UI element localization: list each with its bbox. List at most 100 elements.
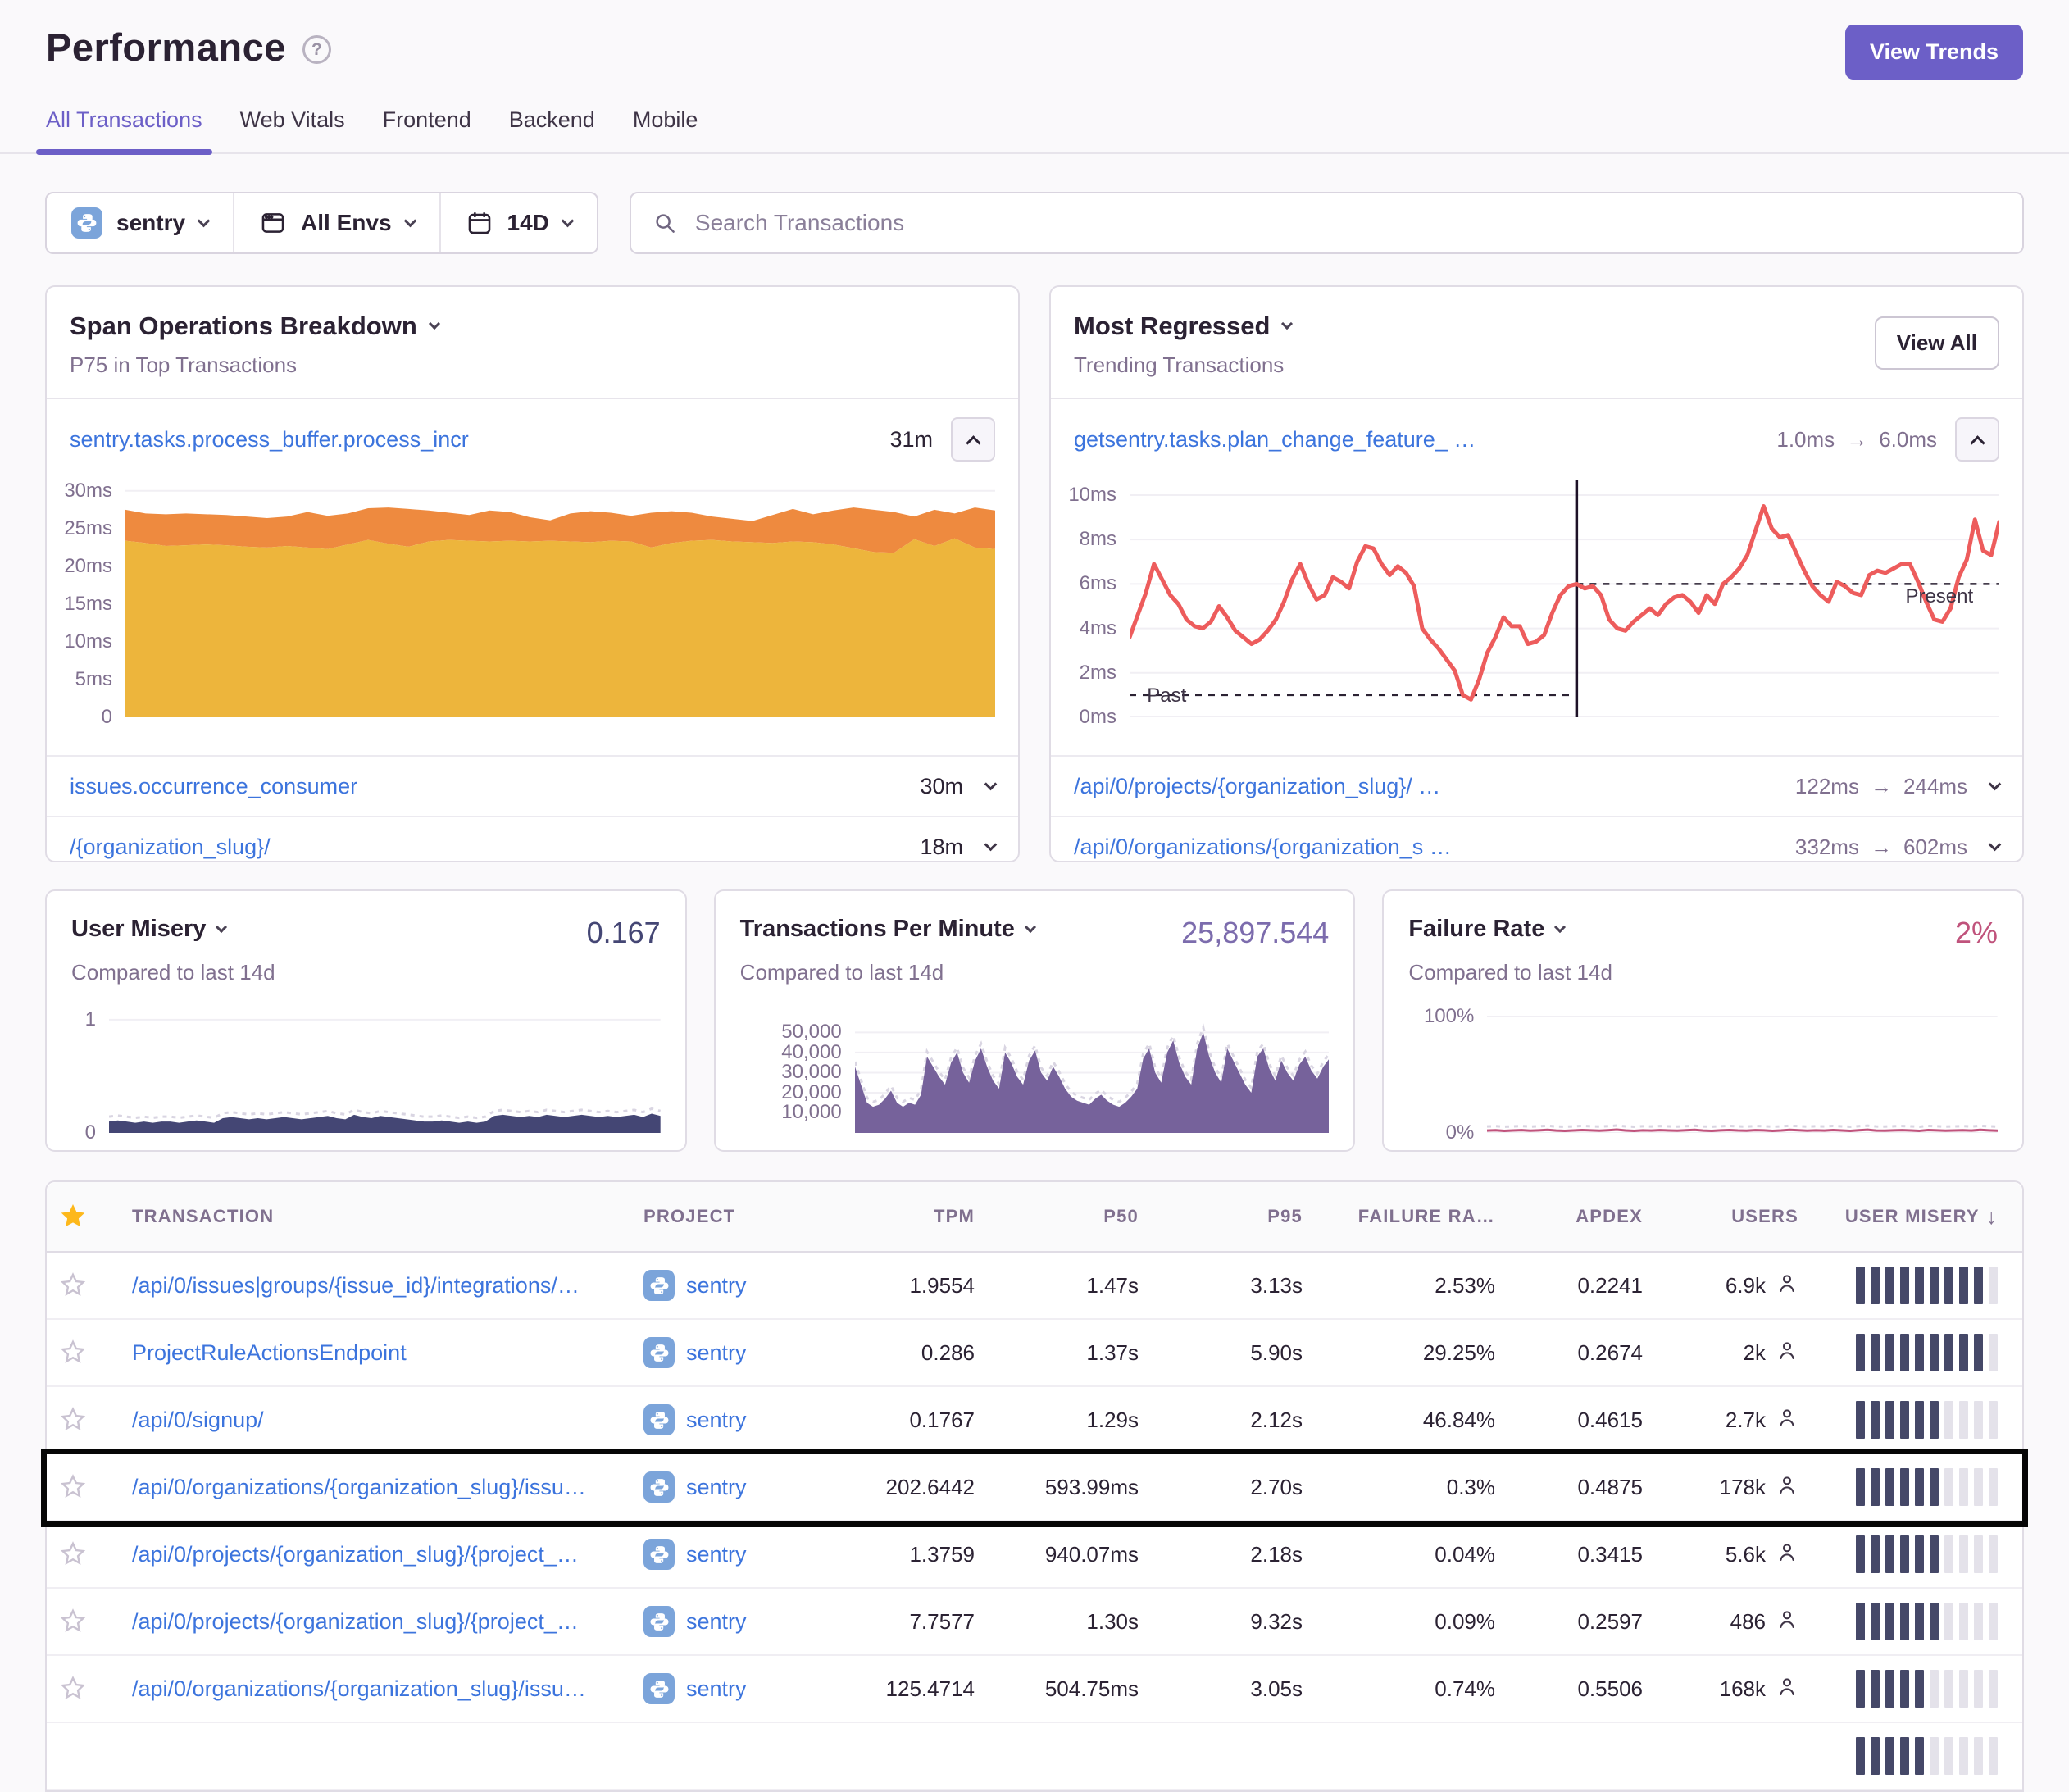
favorite-star-header-icon[interactable]: [47, 1202, 99, 1231]
misery-bar-filled: [1900, 1535, 1909, 1573]
span-collapsed-rows: issues.occurrence_consumer30m/{organizat…: [47, 755, 1018, 862]
misery-bar-filled: [1959, 1334, 1968, 1371]
chevron-down-icon[interactable]: [1989, 778, 2002, 791]
favorite-star-icon[interactable]: [47, 1540, 99, 1568]
python-project-icon: [643, 1270, 675, 1301]
column-header-apdex[interactable]: APDEX: [1502, 1206, 1649, 1227]
failure-rate-line-chart: [1487, 1008, 1998, 1133]
project-link[interactable]: sentry: [686, 1609, 747, 1635]
y-axis-tick: 0ms: [1080, 706, 1116, 729]
chevron-down-icon[interactable]: [984, 839, 998, 852]
arrow-right-icon: →: [1846, 427, 1867, 453]
transaction-link[interactable]: /api/0/projects/{organization_slug}/ …: [1074, 774, 1440, 799]
chevron-down-icon: [562, 214, 575, 227]
page-filter-group: sentry All Envs 14D: [45, 192, 598, 254]
user-misery-bars: [1805, 1603, 2022, 1640]
transaction-link[interactable]: getsentry.tasks.plan_change_feature_ …: [1074, 427, 1476, 453]
panel-collapsed-row: /api/0/projects/{organization_slug}/ …12…: [1051, 755, 2022, 816]
y-axis-tick: 10ms: [64, 630, 112, 653]
environment-filter-value: All Envs: [301, 210, 391, 236]
regressed-panel-title[interactable]: Most Regressed: [1074, 312, 1999, 341]
tpm-title[interactable]: Transactions Per Minute: [740, 916, 1034, 943]
misery-bar-filled: [1856, 1535, 1865, 1573]
column-header-user-misery[interactable]: USER MISERY↓: [1805, 1204, 2022, 1230]
chevron-down-icon[interactable]: [984, 778, 998, 791]
regression-line-chart: [1130, 480, 1999, 717]
user-misery-title[interactable]: User Misery: [71, 916, 225, 943]
collapse-button[interactable]: [951, 417, 995, 462]
misery-bar-filled: [1871, 1670, 1880, 1708]
favorite-star-icon[interactable]: [47, 1339, 99, 1367]
column-header-users[interactable]: USERS: [1649, 1206, 1805, 1227]
column-header-failure-ra[interactable]: FAILURE RA…: [1309, 1206, 1502, 1227]
misery-bar-filled: [1885, 1535, 1894, 1573]
transaction-link[interactable]: /api/0/signup/: [132, 1408, 264, 1432]
tab-mobile[interactable]: Mobile: [633, 107, 698, 152]
column-header-p50[interactable]: P50: [981, 1206, 1145, 1227]
date-range-filter[interactable]: 14D: [439, 193, 597, 252]
y-axis-tick: 0: [102, 706, 112, 729]
p50-cell: 940.07ms: [981, 1542, 1145, 1567]
transaction-link[interactable]: sentry.tasks.process_buffer.process_incr: [70, 427, 469, 453]
search-input[interactable]: [693, 209, 2001, 237]
user-misery-y-axis: 10: [71, 1008, 109, 1133]
apdex-cell: 0.3415: [1502, 1542, 1649, 1567]
regression-to-value: 244ms: [1903, 774, 1967, 799]
collapse-button[interactable]: [1955, 417, 1999, 462]
project-link[interactable]: sentry: [686, 1542, 747, 1567]
favorite-star-icon[interactable]: [47, 1271, 99, 1299]
y-axis-tick: 20ms: [64, 555, 112, 578]
column-header-tpm[interactable]: TPM: [842, 1206, 981, 1227]
view-all-button[interactable]: View All: [1875, 316, 1999, 370]
project-link[interactable]: sentry: [686, 1676, 747, 1702]
chevron-down-icon[interactable]: [1989, 839, 2002, 852]
tab-frontend[interactable]: Frontend: [383, 107, 471, 152]
misery-bar-filled: [1856, 1603, 1865, 1640]
transaction-link[interactable]: /api/0/projects/{organization_slug}/{pro…: [132, 1542, 579, 1567]
project-filter[interactable]: sentry: [47, 193, 233, 252]
transaction-link[interactable]: issues.occurrence_consumer: [70, 774, 357, 799]
span-panel-title[interactable]: Span Operations Breakdown: [70, 312, 995, 341]
project-link[interactable]: sentry: [686, 1475, 747, 1500]
misery-bar-empty: [1989, 1670, 1998, 1708]
favorite-star-icon[interactable]: [47, 1406, 99, 1434]
environment-filter[interactable]: All Envs: [233, 193, 439, 252]
column-header-label: P95: [1267, 1206, 1303, 1226]
view-trends-button[interactable]: View Trends: [1845, 25, 2023, 80]
favorite-star-icon[interactable]: [47, 1473, 99, 1501]
transaction-cell: /api/0/signup/: [99, 1408, 637, 1433]
window-icon: [259, 209, 287, 237]
favorite-star-icon[interactable]: [47, 1608, 99, 1635]
help-icon[interactable]: ?: [302, 35, 331, 64]
span-duration-value: 18m: [920, 835, 963, 860]
column-header-project[interactable]: PROJECT: [637, 1206, 842, 1227]
failure-rate-title[interactable]: Failure Rate: [1408, 916, 1564, 943]
project-link[interactable]: sentry: [686, 1340, 747, 1366]
y-axis-tick: 8ms: [1080, 528, 1116, 551]
misery-bar-empty: [1974, 1468, 1983, 1506]
tab-backend[interactable]: Backend: [509, 107, 595, 152]
tab-web-vitals[interactable]: Web Vitals: [240, 107, 345, 152]
misery-bar-filled: [1930, 1401, 1939, 1439]
column-header-label: FAILURE RA…: [1358, 1206, 1495, 1226]
transaction-link[interactable]: /api/0/organizations/{organization_slug}…: [132, 1676, 586, 1701]
misery-bar-empty: [1989, 1468, 1998, 1506]
misery-bar-empty: [1974, 1737, 1983, 1775]
transaction-link[interactable]: /api/0/organizations/{organization_slug}…: [132, 1475, 586, 1499]
column-header-p95[interactable]: P95: [1145, 1206, 1309, 1227]
project-link[interactable]: sentry: [686, 1273, 747, 1299]
users-cell: 486: [1649, 1608, 1805, 1636]
transaction-link[interactable]: /api/0/projects/{organization_slug}/{pro…: [132, 1609, 579, 1634]
misery-bar-empty: [1959, 1535, 1968, 1573]
transaction-link[interactable]: /api/0/issues|groups/{issue_id}/integrat…: [132, 1273, 580, 1298]
misery-bar-filled: [1885, 1468, 1894, 1506]
project-link[interactable]: sentry: [686, 1408, 747, 1433]
transaction-link[interactable]: ProjectRuleActionsEndpoint: [132, 1340, 407, 1365]
transaction-link[interactable]: /api/0/organizations/{organization_s …: [1074, 835, 1452, 860]
tab-all-transactions[interactable]: All Transactions: [46, 107, 202, 152]
favorite-star-icon[interactable]: [47, 1675, 99, 1703]
column-header-transaction[interactable]: TRANSACTION: [99, 1206, 637, 1227]
misery-bar-filled: [1900, 1267, 1909, 1304]
apdex-cell: 0.5506: [1502, 1676, 1649, 1702]
transaction-link[interactable]: /{organization_slug}/: [70, 835, 271, 860]
